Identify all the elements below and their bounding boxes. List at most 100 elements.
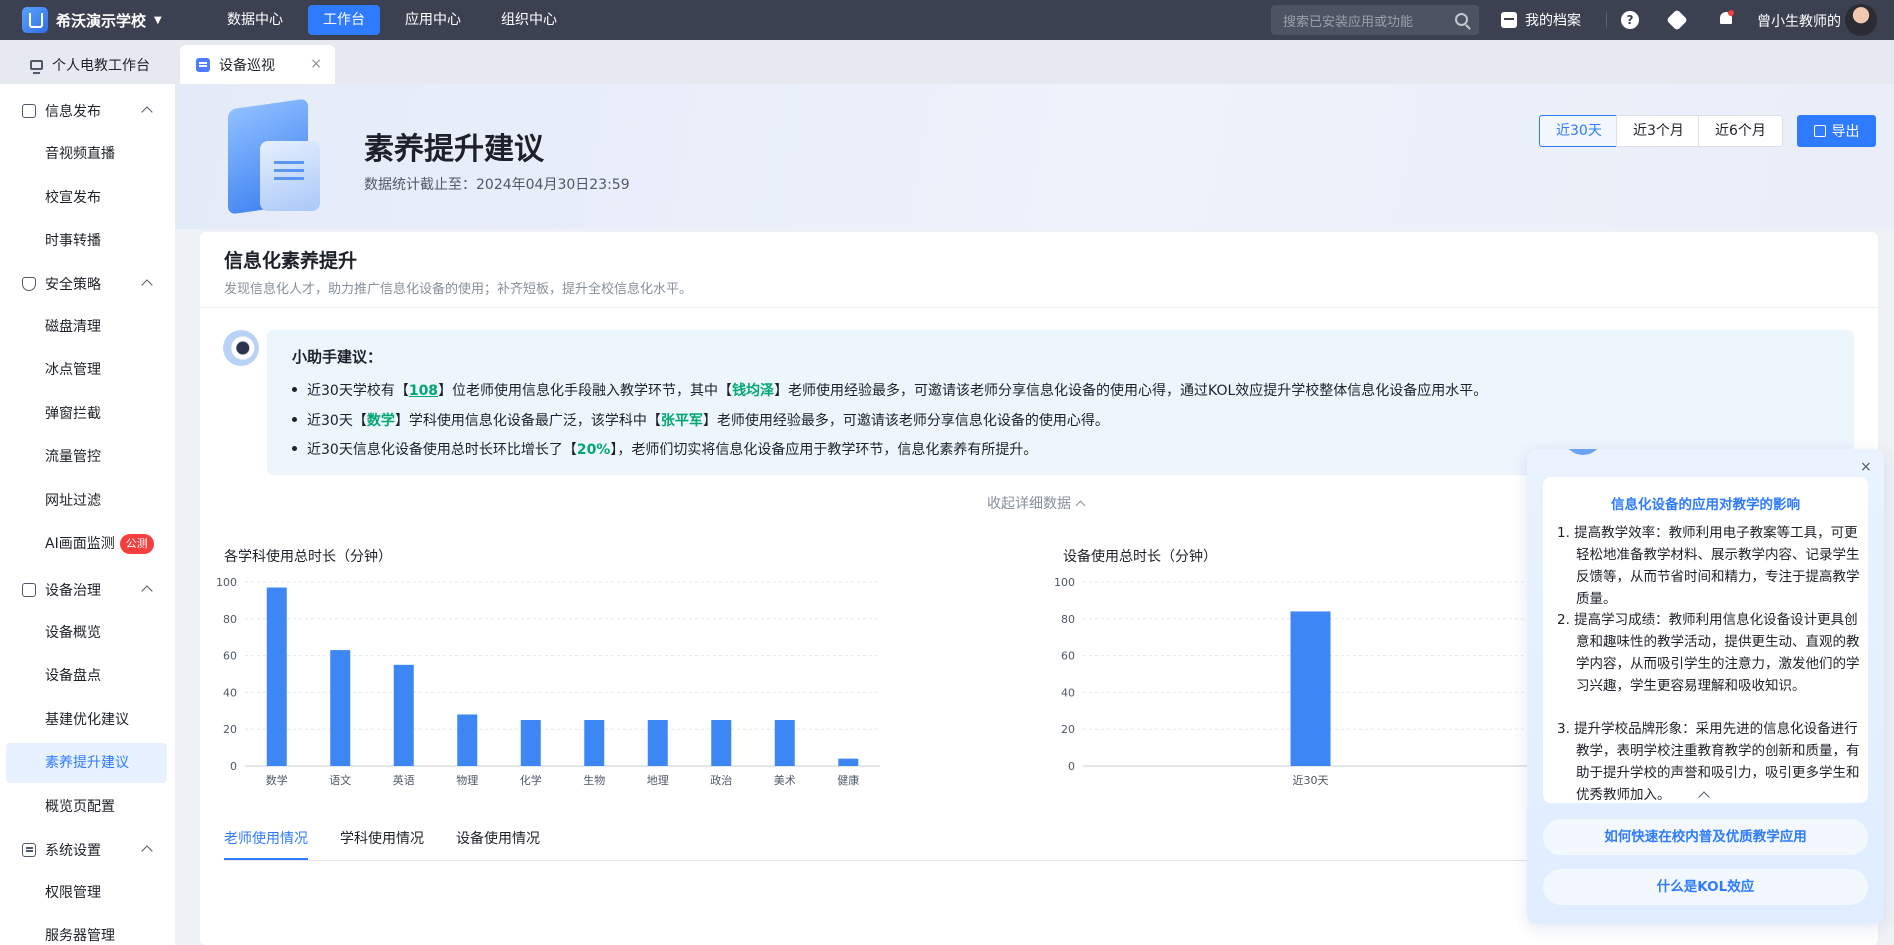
sidebar-item-label: AI画面监测 [45,536,115,552]
bar-化学[interactable] [520,720,541,766]
sidebar-group-system[interactable]: 系统设置 [0,830,175,870]
bar-政治[interactable] [711,720,732,766]
range-3-months[interactable]: 近3个月 [1616,115,1701,147]
close-icon[interactable]: × [310,56,322,72]
highlight-teacher: 钱均泽 [732,383,775,399]
sidebar-group-label: 系统设置 [45,843,101,859]
close-icon[interactable]: × [1860,459,1872,475]
sidebar-item-news-relay[interactable]: 时事转播 [6,221,167,261]
nav-org-center[interactable]: 组织中心 [486,5,572,35]
beta-badge: 公测 [119,534,154,554]
bar-地理[interactable] [647,720,668,766]
teacher-count-link[interactable]: 108 [409,383,438,399]
y-tick-label: 0 [1068,760,1075,773]
archive-icon [1501,12,1517,28]
y-tick-label: 100 [1054,576,1075,589]
sidebar-item-permissions[interactable]: 权限管理 [6,873,167,913]
bar-数学[interactable] [266,587,287,766]
sidebar-item-device-inventory[interactable]: 设备盘点 [6,656,167,696]
school-name: 希沃演示学校 [56,11,147,30]
settings-list-icon [22,843,36,857]
chevron-up-icon [141,106,153,118]
tab-personal-workbench[interactable]: 个人电教工作台 [30,45,150,84]
sidebar-item-url-filter[interactable]: 网址过滤 [6,481,167,521]
sidebar-item-freeze[interactable]: 冰点管理 [6,350,167,390]
bar-生物[interactable] [584,720,605,766]
search-placeholder: 搜索已安装应用或功能 [1283,14,1414,30]
advice-item: 近30天信息化设备使用总时长环比增长了【20%】，老师们切实将信息化设备应用于教… [292,439,1037,459]
x-tick-label: 语文 [329,773,351,787]
tab-label: 个人电教工作台 [52,57,150,74]
tab-device-patrol[interactable]: 设备巡视 × [180,45,335,84]
sidebar-group-label: 设备治理 [45,583,101,599]
export-icon [1813,125,1826,137]
sidebar-item-popup-block[interactable]: 弹窗拦截 [6,394,167,434]
sidebar-item-campus-publish[interactable]: 校宣发布 [6,178,167,218]
chevron-up-icon [141,279,153,291]
my-archive-label: 我的档案 [1525,13,1581,29]
y-tick-label: 80 [223,613,237,626]
highlight-growth: 20% [576,442,611,458]
sidebar-item-literacy-advice[interactable]: 素养提升建议 [6,743,167,783]
assistant-avatar-icon [1563,449,1603,455]
help-icon[interactable]: ? [1621,11,1639,29]
x-tick-label: 美术 [774,774,796,787]
sidebar-item-traffic[interactable]: 流量管控 [6,437,167,477]
range-30-days[interactable]: 近30天 [1539,115,1619,147]
export-label: 导出 [1831,124,1860,140]
search-icon[interactable] [1455,13,1468,26]
bar-近30天[interactable] [1290,611,1331,766]
range-6-months[interactable]: 近6个月 [1698,115,1783,147]
school-logo-icon [22,7,48,33]
divider [200,307,1878,308]
tab-device-usage[interactable]: 设备使用情况 [456,828,540,860]
tips-item: 3. 提升学校品牌形象：采用先进的信息化设备进行教学，表明学校注重教育教学的创新… [1557,721,1860,803]
sidebar-group-device-gov[interactable]: 设备治理 [0,570,175,610]
chevron-up-icon [141,845,153,857]
sidebar-item-device-overview[interactable]: 设备概览 [6,613,167,653]
collapse-details-toggle[interactable]: 收起详细数据 [987,493,1086,513]
main-nav: 数据中心 工作台 应用中心 组织中心 [212,5,582,35]
caret-down-icon: ▼ [154,14,162,26]
bell-icon[interactable] [1718,10,1734,27]
tab-label: 设备巡视 [219,57,275,74]
sidebar-item-server[interactable]: 服务器管理 [6,916,167,945]
device-chart-title: 设备使用总时长（分钟） [1063,549,1217,565]
sidebar-item-overview-config[interactable]: 概览页配置 [6,787,167,827]
sidebar-group-label: 安全策略 [45,277,101,293]
y-tick-label: 60 [223,650,237,663]
bar-英语[interactable] [393,664,414,766]
document-icon [196,57,210,72]
sidebar-item-av-live[interactable]: 音视频直播 [6,134,167,174]
app-search-input[interactable]: 搜索已安装应用或功能 [1271,5,1479,35]
y-tick-label: 40 [1061,686,1075,699]
sidebar: 信息发布 音视频直播 校宣发布 时事转播 安全策略 磁盘清理 冰点管理 弹窗拦截… [0,84,175,945]
chevron-up-icon [141,585,153,597]
avatar[interactable] [1845,4,1877,36]
sidebar-item-infra-advice[interactable]: 基建优化建议 [6,700,167,740]
divider [1613,449,1733,453]
bar-健康[interactable] [838,758,859,766]
sidebar-item-ai-monitor[interactable]: AI画面监测 公测 [6,524,167,564]
folder-illustration-icon [220,96,330,221]
nav-app-center[interactable]: 应用中心 [390,5,476,35]
tab-teacher-usage[interactable]: 老师使用情况 [224,828,308,860]
sidebar-group-security[interactable]: 安全策略 [0,264,175,304]
sidebar-group-info-publish[interactable]: 信息发布 [0,91,175,131]
x-tick-label: 英语 [393,773,415,787]
settings-icon[interactable] [1666,9,1688,31]
export-button[interactable]: 导出 [1797,115,1876,147]
sidebar-item-disk-clean[interactable]: 磁盘清理 [6,307,167,347]
user-name[interactable]: 曾小生教师的 [1757,11,1841,31]
kol-popularize-link[interactable]: 如何快速在校内普及优质教学应用 [1543,819,1868,855]
my-archive-link[interactable]: 我的档案 [1501,10,1581,30]
what-is-kol-link[interactable]: 什么是KOL效应 [1543,869,1868,905]
bar-语文[interactable] [330,650,351,766]
bar-物理[interactable] [457,714,478,766]
bar-美术[interactable] [774,720,795,766]
school-switcher[interactable]: 希沃演示学校 ▼ [22,7,202,33]
tab-subject-usage[interactable]: 学科使用情况 [340,828,424,860]
nav-data-center[interactable]: 数据中心 [212,5,298,35]
x-tick-label: 地理 [647,774,669,787]
nav-workbench[interactable]: 工作台 [308,5,380,35]
